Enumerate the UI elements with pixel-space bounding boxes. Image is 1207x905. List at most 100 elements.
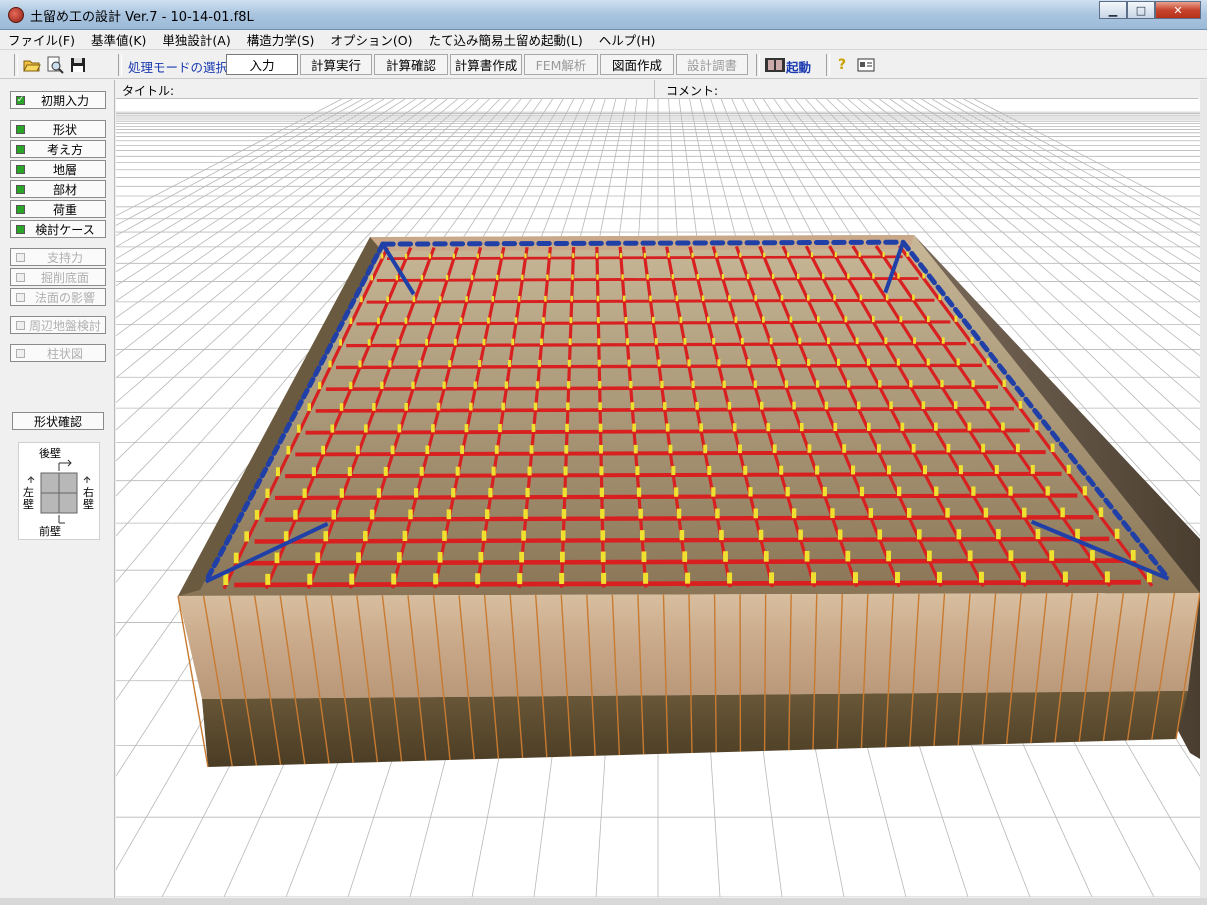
sidebar-item-bearing[interactable]: 支持力	[10, 248, 106, 266]
menu-launch-simple-shoring[interactable]: たて込み簡易土留め起動(L)	[429, 30, 583, 49]
intermediate-post	[476, 253, 479, 259]
toolbar-separator	[118, 54, 122, 76]
intermediate-post	[712, 337, 716, 345]
intermediate-post	[596, 295, 600, 302]
intermediate-post	[746, 273, 750, 280]
intermediate-post	[643, 572, 649, 584]
menu-options[interactable]: オプション(O)	[330, 30, 412, 49]
mode-design-record-button[interactable]: 設計調書	[676, 54, 748, 75]
menu-file[interactable]: ファイル(F)	[8, 30, 75, 49]
intermediate-post	[836, 358, 841, 366]
sidebar-item-surrounding-ground[interactable]: 周辺地盤検討	[10, 316, 106, 334]
mode-calc-check-button[interactable]: 計算確認	[374, 54, 448, 75]
status-lamp-icon	[16, 348, 25, 358]
intermediate-post	[727, 401, 732, 410]
sidebar-item-slope-effect[interactable]: 法面の影響	[10, 288, 106, 306]
intermediate-post	[826, 337, 830, 345]
waler-segment	[229, 522, 239, 535]
intermediate-post	[824, 401, 829, 410]
intermediate-post	[531, 423, 536, 432]
mode-report-button[interactable]: 計算書作成	[450, 54, 522, 75]
intermediate-post	[986, 401, 990, 409]
intermediate-post	[402, 530, 408, 542]
intermediate-post	[922, 465, 927, 475]
title-field-label: タイトル:	[122, 84, 175, 98]
right-scrollbar[interactable]	[1200, 80, 1207, 898]
mode-calc-run-button[interactable]: 計算実行	[300, 54, 372, 75]
intermediate-post	[884, 337, 888, 344]
intermediate-post	[619, 253, 623, 258]
intermediate-post	[420, 275, 424, 281]
intermediate-post	[411, 381, 415, 389]
sidebar-item-approach[interactable]: 考え方	[10, 140, 106, 158]
intermediate-post	[428, 253, 432, 259]
intermediate-post	[738, 444, 742, 454]
intermediate-post	[994, 465, 999, 474]
save-icon[interactable]	[68, 55, 88, 75]
sidebar-item-loads[interactable]: 荷重	[10, 200, 106, 218]
intermediate-post	[600, 551, 606, 563]
sidebar-item-cases[interactable]: 検討ケース	[10, 220, 106, 238]
intermediate-post	[1049, 550, 1055, 561]
intermediate-post	[527, 466, 532, 476]
intermediate-post	[810, 252, 814, 258]
sidebar-item-strata[interactable]: 地層	[10, 160, 106, 178]
intermediate-post	[643, 252, 646, 258]
about-icon[interactable]	[856, 55, 876, 75]
intermediate-post	[761, 316, 765, 323]
preview-icon[interactable]	[45, 55, 65, 75]
mode-drawing-button[interactable]: 図面作成	[600, 54, 674, 75]
intermediate-post	[274, 552, 280, 564]
sidebar-item-excavation-bottom[interactable]: 掘削底面	[10, 268, 106, 286]
window-controls: ▁ □ ✕	[1099, 1, 1201, 19]
3d-model-viewport[interactable]	[116, 99, 1200, 897]
intermediate-post	[753, 380, 757, 388]
intermediate-post	[822, 273, 825, 279]
intermediate-post	[946, 443, 951, 453]
mode-fem-button[interactable]: FEM解析	[524, 54, 598, 75]
intermediate-post	[652, 316, 655, 323]
intermediate-post	[244, 531, 249, 542]
sidebar-initial-input[interactable]: ✓ 初期入力	[10, 91, 106, 109]
intermediate-post	[1008, 486, 1013, 496]
help-icon[interactable]: ?	[832, 55, 852, 75]
intermediate-post	[784, 380, 789, 388]
waler-segment	[223, 534, 233, 546]
intermediate-post	[372, 403, 376, 411]
menu-help[interactable]: ヘルプ(H)	[599, 30, 656, 49]
close-button[interactable]: ✕	[1155, 1, 1201, 19]
open-folder-icon[interactable]	[22, 55, 42, 75]
intermediate-post	[1008, 550, 1014, 561]
intermediate-post	[868, 508, 874, 518]
intermediate-post	[488, 487, 493, 498]
intermediate-post	[1098, 507, 1104, 518]
maximize-button[interactable]: □	[1127, 1, 1155, 19]
intermediate-post	[953, 401, 958, 409]
menu-standards[interactable]: 基準値(K)	[91, 30, 146, 49]
status-lamp-icon	[16, 320, 25, 330]
intermediate-post	[897, 273, 900, 279]
intermediate-post	[498, 423, 502, 433]
menu-structural-mechanics[interactable]: 構造力学(S)	[247, 30, 315, 49]
intermediate-post	[926, 315, 930, 322]
film-icon[interactable]	[764, 55, 786, 75]
sidebar-item-label: 部材	[52, 182, 77, 197]
menu-single-design[interactable]: 単独設計(A)	[162, 30, 230, 49]
sidebar-item-members[interactable]: 部材	[10, 180, 106, 198]
header-divider	[654, 80, 655, 99]
sidebar-item-boring-log[interactable]: 柱状図	[10, 344, 106, 362]
intermediate-post	[425, 445, 430, 455]
intermediate-post	[453, 338, 457, 346]
intermediate-post	[877, 529, 883, 540]
minimize-button[interactable]: ▁	[1099, 1, 1127, 19]
waler-segment	[336, 320, 345, 333]
launch-label[interactable]: 起動	[786, 57, 811, 76]
mode-input-button[interactable]: 入力	[226, 54, 298, 75]
input-sidebar: ✓ 初期入力 形状 考え方 地層 部材 荷重 検討ケース 支持力 掘削底面 法面…	[0, 80, 115, 898]
intermediate-post	[418, 360, 422, 368]
intermediate-post	[804, 550, 810, 562]
shoring-3d-model[interactable]	[116, 99, 1200, 897]
sidebar-item-shape[interactable]: 形状	[10, 120, 106, 138]
waler-segment	[289, 410, 298, 423]
intermediate-post	[844, 316, 848, 323]
